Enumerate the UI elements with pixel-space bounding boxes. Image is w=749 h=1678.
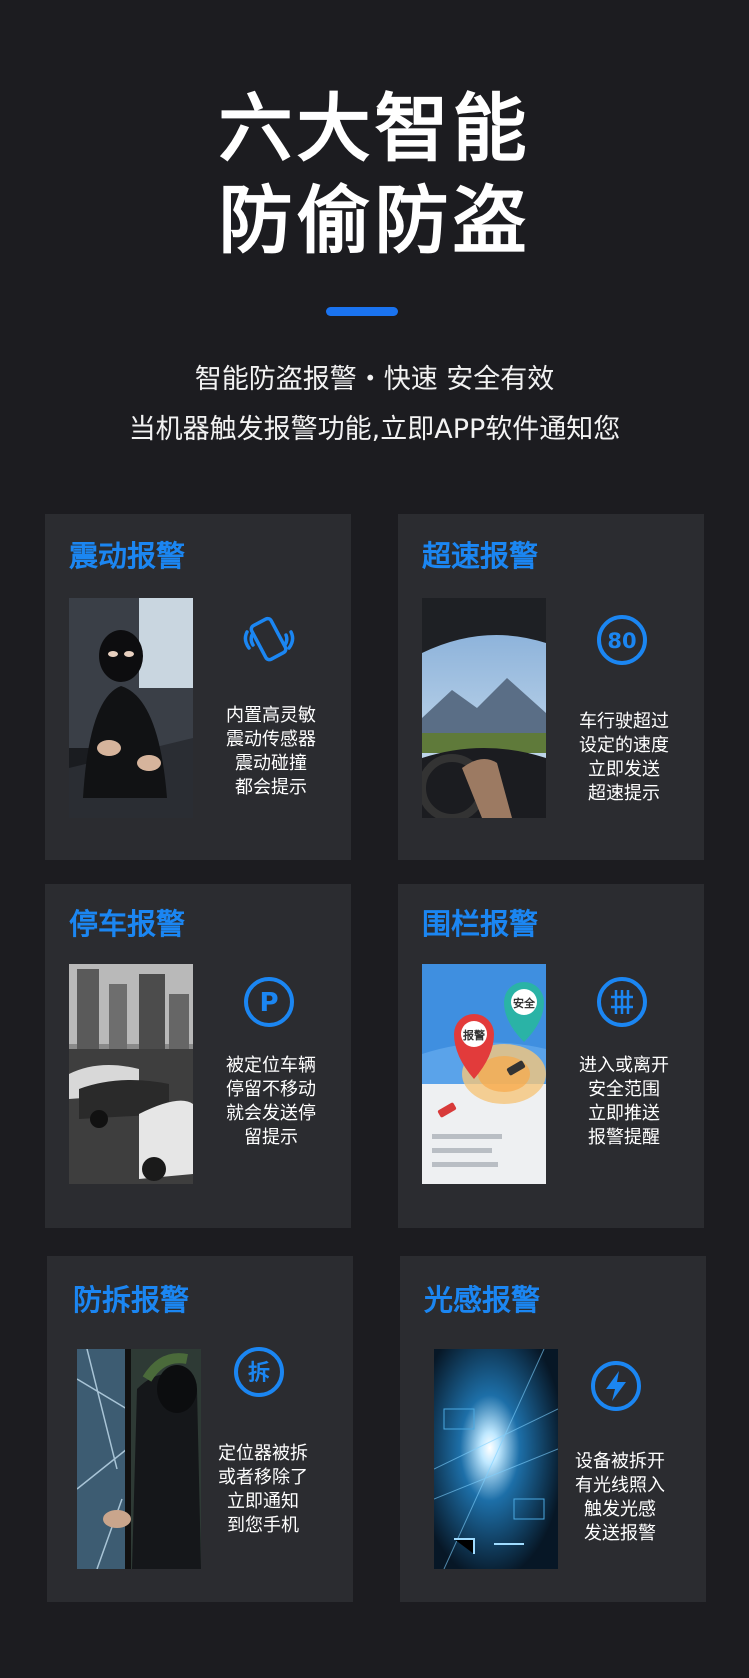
desc-line: 就会发送停 bbox=[226, 1103, 316, 1124]
desc-line: 立即通知 bbox=[227, 1491, 299, 1512]
main-title-line-2: 防偷防盗 bbox=[218, 178, 531, 264]
desc-line: 留提示 bbox=[244, 1127, 298, 1148]
title-accent-bar bbox=[326, 307, 398, 316]
card-description: 内置高灵敏 震动传感器 震动碰撞 都会提示 bbox=[207, 704, 335, 800]
desc-line: 内置高灵敏 bbox=[226, 705, 316, 726]
speed-limit-80-icon: 80 bbox=[594, 612, 650, 668]
desc-line: 到您手机 bbox=[227, 1515, 299, 1536]
map-pin-label: 报警 bbox=[463, 1028, 485, 1042]
lightning-icon bbox=[588, 1358, 644, 1414]
desc-line: 立即推送 bbox=[588, 1103, 660, 1124]
desc-line: 设备被拆开 bbox=[575, 1451, 665, 1472]
card-title: 防拆报警 bbox=[73, 1283, 190, 1317]
card-light-sensing-alarm: 光感报警 设备被拆开 有光线照入 触发光感 发送报警 bbox=[400, 1256, 706, 1602]
card-geofence-alarm: 围栏报警 报警 安全 进入或离开 安全范围 立即推送 报警提醒 bbox=[398, 884, 704, 1228]
map-pin-label: 安全 bbox=[513, 996, 536, 1010]
desc-line: 都会提示 bbox=[235, 777, 307, 798]
desc-line: 震动传感器 bbox=[226, 729, 316, 750]
card-overspeed-alarm: 超速报警 80 车行驶超过 设定的速度 立即发送 超速提示 bbox=[398, 514, 704, 860]
card-parking-alarm: 停车报警 P 被定位车辆 停留不移动 就会发送停 留提示 bbox=[45, 884, 351, 1228]
desc-line: 超速提示 bbox=[588, 783, 660, 804]
desc-line: 立即发送 bbox=[588, 759, 660, 780]
card-description: 被定位车辆 停留不移动 就会发送停 留提示 bbox=[207, 1054, 335, 1150]
subtitle-line-1: 智能防盗报警・快速 安全有效 bbox=[194, 364, 555, 395]
card-description: 设备被拆开 有光线照入 触发光感 发送报警 bbox=[556, 1450, 684, 1546]
window-break-photo bbox=[77, 1349, 201, 1569]
parking-lot-photo bbox=[69, 964, 193, 1184]
card-anti-dismantle-alarm: 防拆报警 拆 定位器被拆 或者移除了 立即通知 到您手机 bbox=[47, 1256, 353, 1602]
desc-line: 安全范围 bbox=[588, 1079, 660, 1100]
desc-line: 触发光感 bbox=[584, 1499, 656, 1520]
card-title: 超速报警 bbox=[422, 539, 539, 573]
card-title: 震动报警 bbox=[69, 539, 186, 573]
parking-p-icon: P bbox=[241, 974, 297, 1030]
desc-line: 进入或离开 bbox=[579, 1055, 669, 1076]
icon-text: P bbox=[259, 988, 278, 1018]
icon-text: 80 bbox=[607, 629, 636, 653]
desc-line: 有光线照入 bbox=[575, 1475, 665, 1496]
thief-photo bbox=[69, 598, 193, 818]
subtitle-line-2: 当机器触发报警功能,立即APP软件通知您 bbox=[128, 414, 621, 445]
desc-line: 发送报警 bbox=[584, 1523, 656, 1544]
desc-line: 设定的速度 bbox=[579, 735, 669, 756]
card-description: 进入或离开 安全范围 立即推送 报警提醒 bbox=[560, 1054, 688, 1150]
desc-line: 或者移除了 bbox=[218, 1467, 308, 1488]
map-phone-photo: 报警 安全 bbox=[422, 964, 546, 1184]
vibrating-phone-icon bbox=[241, 612, 297, 668]
card-description: 车行驶超过 设定的速度 立即发送 超速提示 bbox=[560, 710, 688, 806]
card-description: 定位器被拆 或者移除了 立即通知 到您手机 bbox=[199, 1442, 327, 1538]
main-title-line-1: 六大智能 bbox=[218, 86, 531, 172]
desc-line: 车行驶超过 bbox=[579, 711, 669, 732]
card-title: 光感报警 bbox=[424, 1283, 541, 1317]
desc-line: 定位器被拆 bbox=[218, 1443, 308, 1464]
desc-line: 被定位车辆 bbox=[226, 1055, 316, 1076]
light-tech-photo bbox=[434, 1349, 558, 1569]
desc-line: 停留不移动 bbox=[226, 1079, 316, 1100]
driving-photo bbox=[422, 598, 546, 818]
fence-grid-icon bbox=[594, 974, 650, 1030]
dismantle-icon: 拆 bbox=[231, 1344, 287, 1400]
icon-text: 拆 bbox=[248, 1361, 270, 1386]
desc-line: 震动碰撞 bbox=[235, 753, 307, 774]
card-title: 停车报警 bbox=[69, 907, 186, 941]
desc-line: 报警提醒 bbox=[588, 1127, 660, 1148]
card-vibration-alarm: 震动报警 内置高灵敏 震动传感器 震动碰撞 都会提示 bbox=[45, 514, 351, 860]
card-title: 围栏报警 bbox=[422, 907, 539, 941]
